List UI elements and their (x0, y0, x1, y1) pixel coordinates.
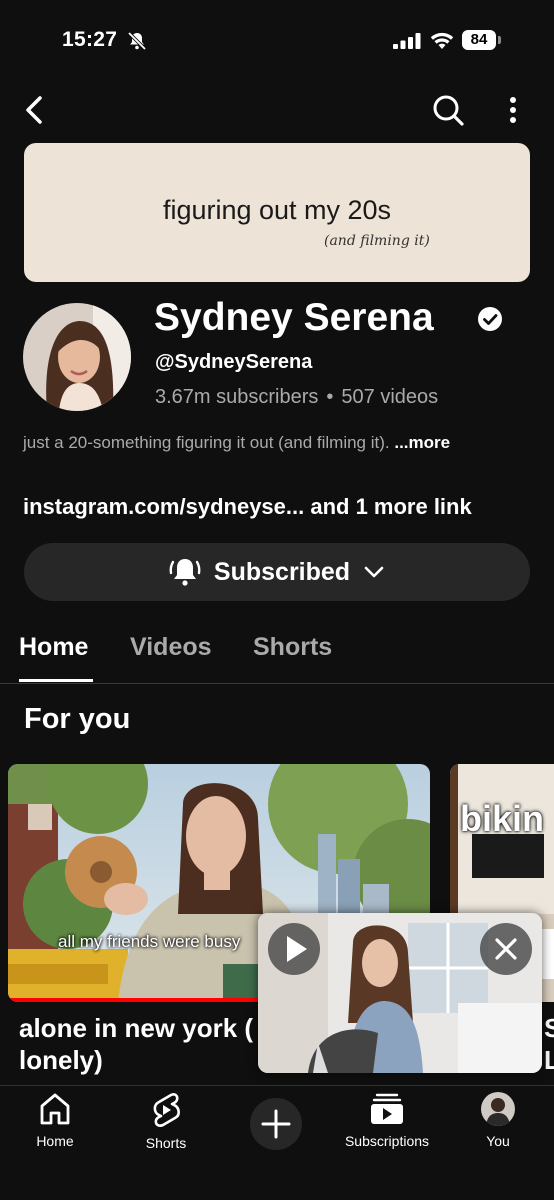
wifi-icon (430, 32, 454, 49)
miniplayer[interactable] (258, 913, 542, 1073)
channel-handle: @SydneySerena (155, 351, 313, 373)
search-icon[interactable] (430, 92, 466, 128)
banner-subtitle: (and filming it) (324, 233, 430, 249)
miniplayer-close-button[interactable] (480, 923, 532, 975)
video-title[interactable]: alone in new york ( lonely) (19, 1012, 279, 1076)
battery-indicator: 84 (462, 30, 502, 52)
banner-title: figuring out my 20s (162, 195, 392, 225)
nav-you-label: You (486, 1133, 510, 1149)
nav-you[interactable]: You (448, 1092, 548, 1149)
play-icon (287, 936, 307, 962)
more-options-icon[interactable] (500, 92, 526, 128)
shorts-icon (153, 1093, 180, 1127)
video-title-2[interactable]: S L (544, 1012, 554, 1076)
channel-name: Sydney Serena (154, 296, 434, 339)
bell-off-icon (127, 31, 147, 51)
create-icon (261, 1109, 291, 1139)
active-tab-indicator (19, 679, 93, 682)
channel-avatar[interactable] (23, 303, 131, 411)
tab-shorts[interactable]: Shorts (253, 633, 332, 662)
tab-home[interactable]: Home (19, 633, 88, 662)
subscribed-button[interactable]: Subscribed (24, 543, 530, 601)
back-icon[interactable] (18, 92, 54, 128)
channel-stats: 3.67m subscribers • 507 videos (155, 386, 439, 408)
video-count: 507 videos (341, 386, 439, 408)
description-text: just a 20-something figuring it out (and… (23, 433, 390, 452)
subscriber-count: 3.67m subscribers (155, 386, 319, 408)
status-time: 15:27 (62, 28, 118, 51)
video-title-2-line2: L (544, 1045, 554, 1075)
nav-shorts[interactable]: Shorts (116, 1092, 216, 1151)
subscriptions-icon (371, 1093, 403, 1124)
signal-icon (393, 33, 421, 49)
nav-subscriptions-label: Subscriptions (344, 1133, 430, 1149)
video-title-line1: alone in new york ( (19, 1013, 254, 1043)
subscribed-label: Subscribed (213, 557, 351, 586)
nav-subscriptions[interactable]: Subscriptions (337, 1092, 437, 1149)
close-icon (495, 938, 517, 960)
channel-description[interactable]: just a 20-something figuring it out (and… (23, 432, 453, 454)
nav-home[interactable]: Home (5, 1092, 105, 1149)
nav-home-label: Home (36, 1133, 74, 1149)
more-link[interactable]: ...more (394, 433, 450, 452)
verified-icon (478, 307, 502, 331)
video-title-2-line1: S (544, 1013, 554, 1043)
miniplayer-play-button[interactable] (268, 923, 320, 975)
bottom-navigation: Home Shorts Subscriptions You (0, 1085, 554, 1200)
nav-create-button[interactable] (250, 1098, 302, 1150)
tabs-divider (0, 683, 554, 684)
video-title-line2: lonely) (19, 1045, 103, 1075)
section-title: For you (24, 703, 131, 735)
thumbnail-caption: all my friends were busy (58, 932, 241, 951)
home-icon (40, 1093, 70, 1125)
tab-videos[interactable]: Videos (130, 633, 212, 662)
chevron-down-icon (364, 566, 384, 578)
avatar (481, 1092, 515, 1126)
nav-shorts-label: Shorts (145, 1135, 187, 1151)
battery-level: 84 (462, 30, 496, 50)
channel-links[interactable]: instagram.com/sydneyse... and 1 more lin… (23, 494, 472, 520)
thumbnail-caption-2: bikin (460, 798, 545, 839)
channel-banner: figuring out my 20s (and filming it) (24, 143, 530, 282)
notification-bell-icon (169, 559, 201, 586)
